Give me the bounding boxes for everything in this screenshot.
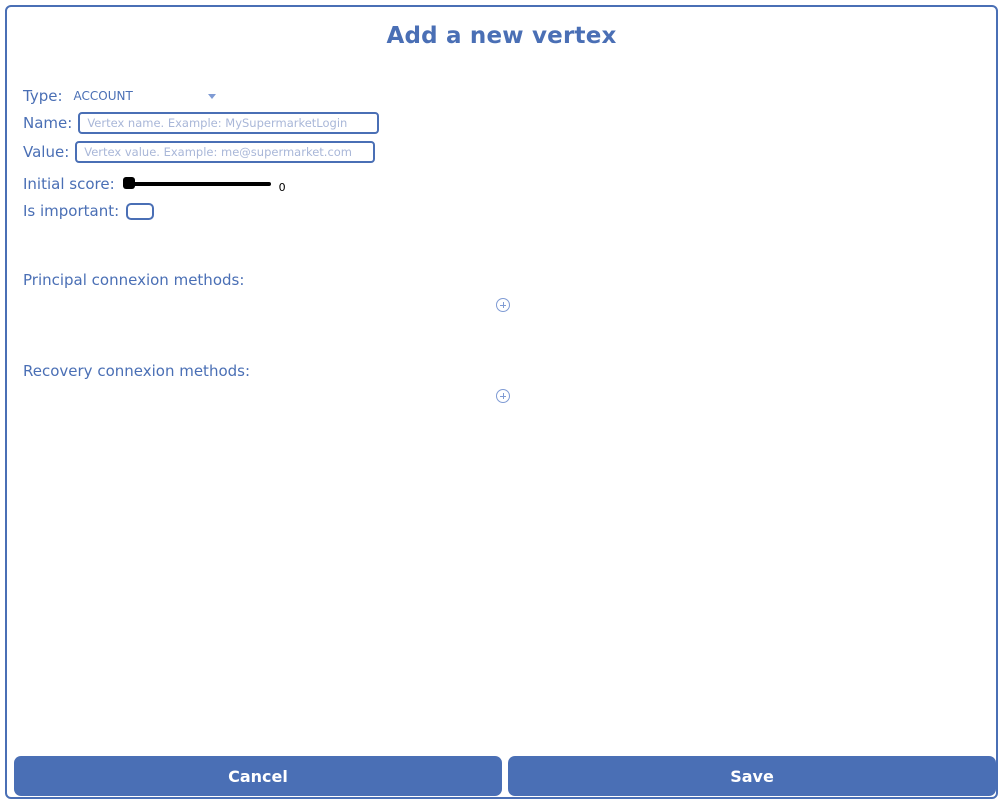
score-row: Initial score: 0 bbox=[23, 173, 286, 195]
score-slider[interactable] bbox=[122, 176, 271, 191]
important-row: Is important: bbox=[23, 202, 155, 220]
score-slider-track bbox=[122, 181, 271, 186]
score-label: Initial score: bbox=[23, 174, 115, 193]
value-row: Value: bbox=[23, 141, 376, 163]
add-vertex-dialog: Add a new vertex Type: ACCOUNT Name: Val… bbox=[5, 5, 998, 799]
score-slider-thumb[interactable] bbox=[122, 176, 135, 189]
type-row: Type: ACCOUNT bbox=[23, 87, 218, 105]
add-recovery-method-icon[interactable] bbox=[496, 389, 510, 403]
save-button-label: Save bbox=[730, 766, 774, 786]
type-select-value: ACCOUNT bbox=[73, 89, 133, 103]
name-row: Name: bbox=[23, 112, 380, 134]
name-input[interactable] bbox=[78, 112, 380, 134]
cancel-button[interactable]: Cancel bbox=[14, 756, 502, 796]
chevron-down-icon bbox=[207, 93, 216, 99]
save-button[interactable]: Save bbox=[508, 756, 996, 796]
important-label: Is important: bbox=[23, 202, 120, 220]
value-label: Value: bbox=[23, 143, 70, 161]
dialog-title: Add a new vertex bbox=[386, 23, 617, 49]
name-label: Name: bbox=[23, 114, 73, 132]
score-value: 0 bbox=[278, 181, 286, 194]
important-toggle[interactable] bbox=[126, 202, 155, 220]
recovery-methods-label: Recovery connexion methods: bbox=[23, 362, 251, 380]
cancel-button-label: Cancel bbox=[228, 766, 288, 786]
add-principal-method-icon[interactable] bbox=[496, 298, 510, 312]
type-label: Type: bbox=[23, 87, 63, 105]
type-select[interactable]: ACCOUNT bbox=[74, 89, 218, 103]
principal-methods-label: Principal connexion methods: bbox=[23, 271, 245, 289]
value-input[interactable] bbox=[75, 141, 376, 163]
